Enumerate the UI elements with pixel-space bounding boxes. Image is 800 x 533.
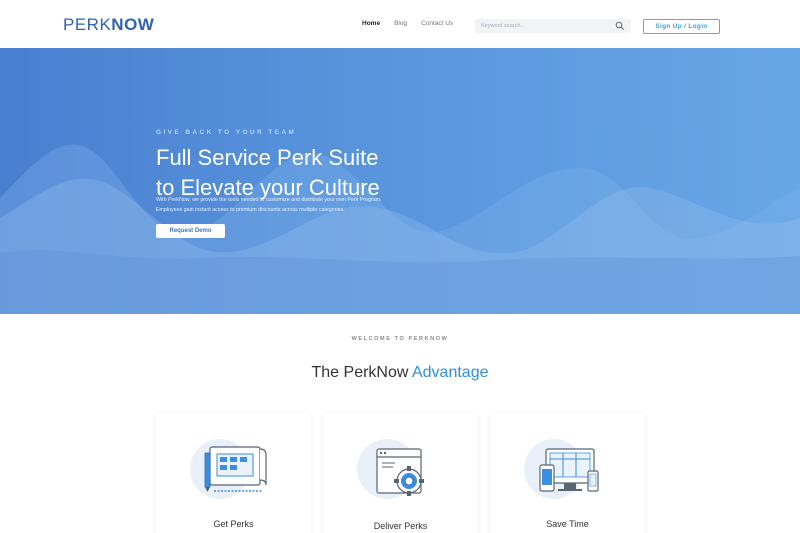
perknow-logo[interactable]: PERKNOW	[63, 15, 154, 35]
card-label: Get Perks	[213, 519, 254, 529]
section-eyebrow: WELCOME TO PERKNOW	[351, 336, 449, 342]
devices-icon	[539, 448, 599, 492]
hero-title-line-1: Full Service Perk Suite	[156, 145, 379, 170]
search-bar	[475, 19, 631, 33]
browser-gear-icon	[376, 448, 424, 496]
card-label: Save Time	[546, 519, 589, 529]
main-nav: Home Blog Contact Us	[362, 20, 453, 27]
feature-card-get-perks[interactable]: Get Perks	[156, 413, 311, 533]
section-title-accent: Advantage	[411, 364, 489, 381]
logo-text-now: NOW	[111, 15, 155, 34]
nav-home-link[interactable]: Home	[362, 20, 380, 27]
feature-card-save-time[interactable]: Save Time	[490, 413, 645, 533]
hero-tagline: GIVE BACK TO YOUR TEAM	[156, 129, 297, 136]
nav-blog-link[interactable]: Blog	[394, 20, 407, 27]
signup-login-button[interactable]: Sign Up / Login	[643, 19, 720, 34]
section-title-prefix: The PerkNow	[311, 364, 409, 381]
card-label: Deliver Perks	[373, 521, 428, 531]
hero-description: With PerkNow, we provide the tools neede…	[156, 197, 382, 213]
hero-banner: GIVE BACK TO YOUR TEAM Full Service Perk…	[0, 48, 800, 314]
logo-text-perk: PERK	[63, 15, 112, 34]
section-title: The PerkNow Advantage	[0, 364, 800, 382]
search-input[interactable]	[481, 21, 601, 31]
nav-contact-link[interactable]: Contact Us	[421, 20, 453, 27]
feature-card-deliver-perks[interactable]: Deliver Perks	[323, 413, 478, 533]
blueprint-icon	[204, 446, 267, 492]
site-header: PERKNOW Home Blog Contact Us Sign Up / L…	[0, 0, 800, 48]
hero-title: Full Service Perk Suite to Elevate your …	[156, 143, 456, 203]
request-demo-button[interactable]: Request Demo	[156, 224, 225, 238]
search-icon[interactable]	[615, 21, 625, 31]
